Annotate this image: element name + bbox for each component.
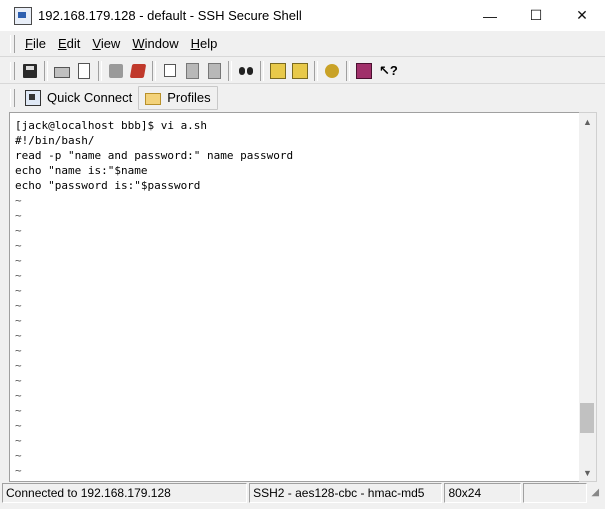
folder-icon [145, 92, 162, 105]
toolbar-separator [44, 60, 48, 81]
print-preview-button[interactable] [74, 61, 94, 81]
file-transfer-icon [292, 62, 308, 79]
vi-empty-line: ~ [15, 344, 22, 357]
new-terminal-button[interactable] [268, 61, 288, 81]
toolbar-separator [152, 60, 156, 81]
vi-empty-line: ~ [15, 284, 22, 297]
binoculars-icon [238, 65, 254, 77]
scroll-down-arrow-icon[interactable]: ▼ [579, 464, 596, 481]
toolbar-separator [346, 60, 350, 81]
menu-help[interactable]: Help [185, 36, 224, 51]
connection-settings-button[interactable] [128, 61, 148, 81]
context-help-icon: ↖? [379, 62, 398, 78]
menubar-grip [10, 34, 15, 53]
copy-button[interactable] [160, 61, 180, 81]
settings-icon [325, 63, 339, 78]
status-extra-cell [522, 483, 588, 503]
vi-empty-line: ~ [15, 419, 22, 432]
file-transfer-button[interactable] [290, 61, 310, 81]
toolbar-separator [228, 60, 232, 81]
terminal-line: [jack@localhost bbb]$ vi a.sh [15, 119, 208, 132]
menu-window[interactable]: Window [126, 36, 184, 51]
clipboard-icon [207, 62, 221, 79]
window-controls: — ☐ ✕ [467, 0, 605, 31]
cipher-status: SSH2 - aes128-cbc - hmac-md5 [249, 483, 443, 503]
scroll-thumb[interactable] [580, 403, 594, 433]
vi-empty-line: ~ [15, 404, 22, 417]
quick-connect-label: Quick Connect [47, 90, 133, 105]
help-topics-button[interactable] [354, 61, 374, 81]
save-icon [23, 63, 37, 78]
vi-empty-line: ~ [15, 239, 22, 252]
resize-grip-icon[interactable]: ◢ [591, 486, 605, 500]
save-button[interactable] [20, 61, 40, 81]
vi-empty-line: ~ [15, 389, 22, 402]
paste-clipboard-button[interactable] [204, 61, 224, 81]
settings-button[interactable] [322, 61, 342, 81]
vi-empty-line: ~ [15, 449, 22, 462]
vi-empty-line: ~ [15, 464, 22, 477]
printer-icon [54, 66, 70, 78]
toolbar-grip [10, 61, 15, 80]
help-book-icon [356, 62, 372, 79]
copy-icon [164, 64, 176, 77]
ssh-app-icon [14, 6, 32, 25]
status-bar: Connected to 192.168.179.128 SSH2 - aes1… [0, 482, 605, 504]
toolbar-separator [260, 60, 264, 81]
context-help-button[interactable]: ↖? [376, 61, 398, 81]
vi-empty-line: ~ [15, 359, 22, 372]
menu-bar: File Edit View Window Help [0, 31, 605, 56]
vi-empty-line: ~ [15, 329, 22, 342]
toolbar-separator [314, 60, 318, 81]
quick-connect-button[interactable]: Quick Connect [19, 87, 138, 109]
menu-file[interactable]: File [19, 36, 52, 51]
vi-empty-line: ~ [15, 224, 22, 237]
connection-settings-icon [129, 63, 147, 78]
paste-icon [185, 62, 199, 79]
terminal-line: echo "name is:"$name [15, 164, 148, 177]
terminal-size-status: 80x24 [444, 483, 521, 503]
terminal-line: echo "password is:"$password [15, 179, 201, 192]
vi-empty-line: ~ [15, 269, 22, 282]
title-bar: 192.168.179.128 - default - SSH Secure S… [0, 0, 605, 32]
scroll-up-arrow-icon[interactable]: ▲ [579, 113, 596, 130]
paste-button[interactable] [182, 61, 202, 81]
terminal-scrollbar[interactable]: ▲ ▼ [579, 112, 597, 482]
vi-empty-line: ~ [15, 434, 22, 447]
minimize-button[interactable]: — [467, 0, 513, 31]
vi-empty-line: ~ [15, 299, 22, 312]
disconnect-icon [109, 63, 123, 78]
quick-connect-bar: Quick Connect Profiles [0, 83, 605, 111]
window-title: 192.168.179.128 - default - SSH Secure S… [38, 8, 302, 23]
vi-empty-line: ~ [15, 314, 22, 327]
print-button[interactable] [52, 61, 72, 81]
menu-view[interactable]: View [86, 36, 126, 51]
terminal-lines: [jack@localhost bbb]$ vi a.sh #!/bin/bas… [10, 113, 580, 478]
new-terminal-icon [270, 62, 286, 79]
disconnect-button[interactable] [106, 61, 126, 81]
toolbar: ↖? [0, 56, 605, 84]
find-button[interactable] [236, 61, 256, 81]
quick-connect-icon [25, 89, 41, 106]
vi-empty-line: ~ [15, 374, 22, 387]
close-button[interactable]: ✕ [559, 0, 605, 31]
profiles-button[interactable]: Profiles [138, 85, 218, 110]
terminal-line: #!/bin/bash/ [15, 134, 95, 147]
terminal-area[interactable]: [jack@localhost bbb]$ vi a.sh #!/bin/bas… [9, 112, 581, 482]
connection-status: Connected to 192.168.179.128 [2, 483, 248, 503]
terminal-line: read -p "name and password:" name passwo… [15, 149, 294, 162]
quickbar-grip [10, 88, 15, 107]
profiles-label: Profiles [167, 90, 211, 105]
print-preview-icon [78, 62, 90, 79]
toolbar-separator [98, 60, 102, 81]
vi-empty-line: ~ [15, 209, 22, 222]
vi-empty-line: ~ [15, 254, 22, 267]
menu-edit[interactable]: Edit [52, 36, 86, 51]
maximize-button[interactable]: ☐ [513, 0, 559, 31]
vi-empty-line: ~ [15, 194, 22, 207]
